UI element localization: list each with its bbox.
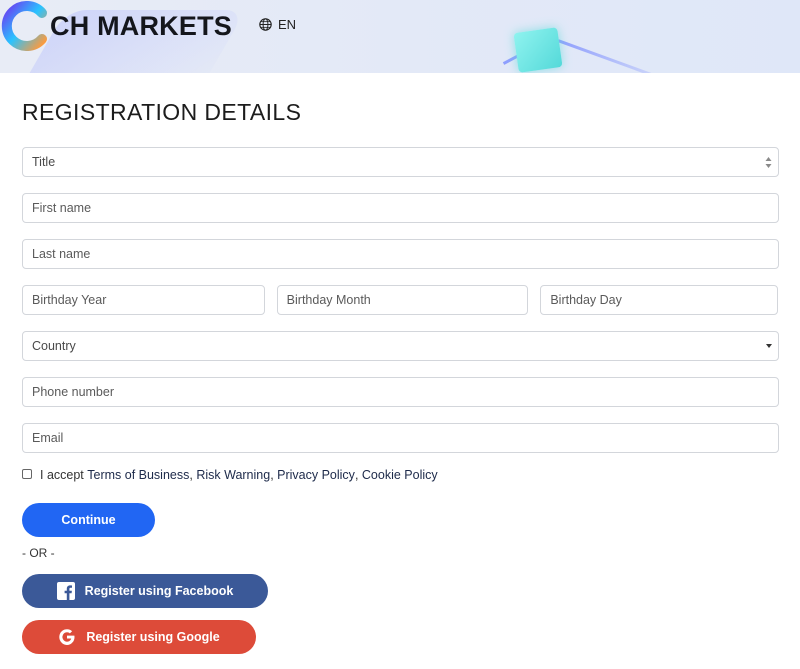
email-input[interactable] <box>23 424 778 452</box>
banner-decoration <box>513 27 563 73</box>
brand-name: CH MARKETS <box>50 10 232 41</box>
continue-button[interactable]: Continue <box>22 503 155 537</box>
phone-input[interactable] <box>23 378 778 406</box>
title-select[interactable]: Title <box>22 147 779 177</box>
last-name-field[interactable] <box>22 239 779 269</box>
terms-row: I accept Terms of Business , Risk Warnin… <box>22 467 778 483</box>
terms-separator: , <box>270 468 278 482</box>
sort-arrows-icon <box>765 157 772 168</box>
facebook-icon <box>56 582 75 600</box>
page-title: REGISTRATION DETAILS <box>22 99 302 125</box>
terms-prefix: I accept <box>40 468 88 482</box>
title-select-value: Title <box>32 155 56 169</box>
birthday-row <box>22 285 778 315</box>
google-icon <box>59 629 75 645</box>
register-facebook-label: Register using Facebook <box>84 584 234 598</box>
header-banner: CH MARKETS EN <box>0 0 800 73</box>
globe-icon <box>259 18 272 31</box>
country-select[interactable]: Country <box>22 331 779 361</box>
birthday-day-input[interactable] <box>541 286 777 314</box>
brand-logo[interactable]: CH MARKETS <box>0 0 232 52</box>
brand-logo-icon <box>1 1 48 51</box>
or-divider: - OR - <box>22 546 55 560</box>
registration-form: Title Country <box>22 147 779 654</box>
birthday-year-field[interactable] <box>22 285 265 315</box>
cookie-policy-link[interactable]: Cookie Policy <box>362 468 438 482</box>
birthday-year-input[interactable] <box>23 286 264 314</box>
registration-content: REGISTRATION DETAILS Title First name La… <box>0 99 800 654</box>
terms-separator: , <box>189 468 197 482</box>
last-name-input[interactable] <box>23 240 778 268</box>
terms-of-business-link[interactable]: Terms of Business <box>87 468 189 482</box>
language-selector[interactable]: EN <box>259 17 296 32</box>
register-facebook-button[interactable]: Register using Facebook <box>22 574 268 608</box>
country-select-value: Country <box>32 339 76 353</box>
register-google-label: Register using Google <box>86 630 220 644</box>
first-name-field[interactable] <box>22 193 779 223</box>
language-label: EN <box>278 17 297 32</box>
phone-field[interactable] <box>22 377 779 407</box>
privacy-policy-link[interactable]: Privacy Policy <box>277 468 355 482</box>
accept-terms-checkbox[interactable] <box>22 469 32 479</box>
risk-warning-link[interactable]: Risk Warning <box>196 468 270 482</box>
birthday-month-input[interactable] <box>277 286 528 314</box>
terms-separator: , <box>354 468 362 482</box>
email-field[interactable] <box>22 423 779 453</box>
first-name-input[interactable] <box>23 194 778 222</box>
banner-decoration <box>557 39 663 73</box>
birthday-day-field[interactable] <box>540 285 778 315</box>
birthday-month-field[interactable] <box>276 285 529 315</box>
chevron-down-icon <box>766 344 772 348</box>
register-google-button[interactable]: Register using Google <box>22 620 256 654</box>
